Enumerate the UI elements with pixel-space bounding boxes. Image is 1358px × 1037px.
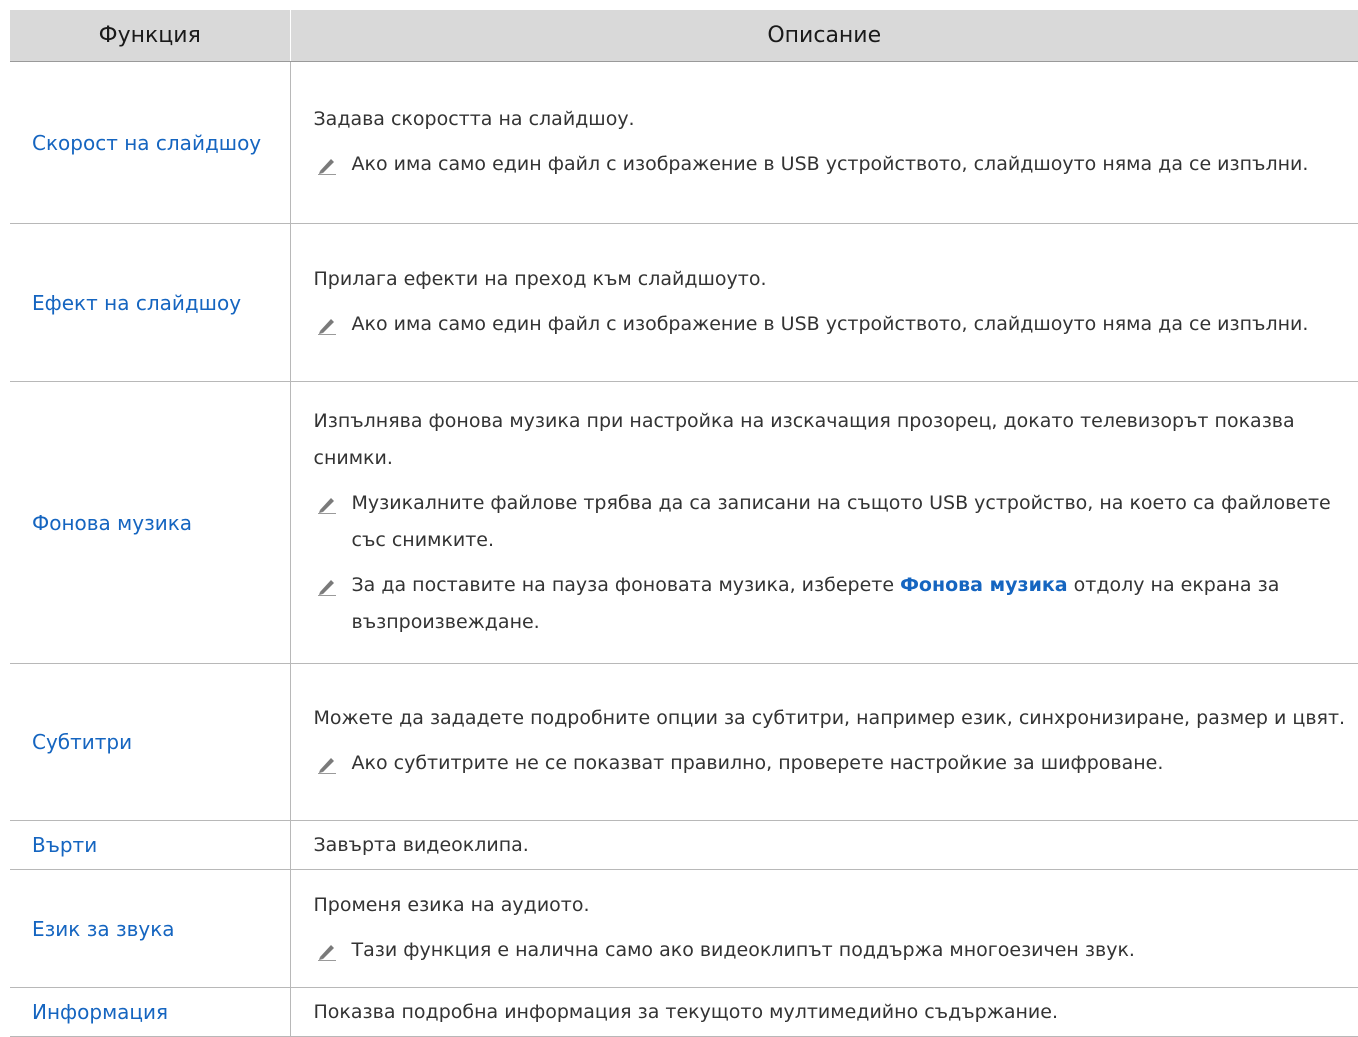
note: Музикалните файлове трябва да са записан… bbox=[314, 485, 1349, 559]
note-text: За да поставите на пауза фоновата музика… bbox=[351, 573, 1280, 633]
function-name[interactable]: Върти bbox=[10, 820, 290, 870]
function-name[interactable]: Ефект на слайдшоу bbox=[10, 223, 290, 382]
pencil-icon bbox=[317, 497, 336, 514]
pencil-icon bbox=[317, 944, 336, 961]
function-description: Можете да зададете подробните опции за с… bbox=[289, 663, 1358, 821]
table-row: Език за звука Променя езика на аудиото. … bbox=[10, 869, 1358, 988]
function-name[interactable]: Фонова музика bbox=[10, 381, 290, 664]
description-text: Прилага ефекти на преход към слайдшоуто. bbox=[313, 267, 767, 290]
note-text: Музикалните файлове трябва да са записан… bbox=[351, 491, 1331, 551]
description-text: Можете да зададете подробните опции за с… bbox=[313, 707, 1346, 729]
note: Тази функция е налична само ако видеокли… bbox=[314, 932, 1349, 969]
note-text: Ако има само един файл с изображение в U… bbox=[351, 152, 1309, 175]
description-text: Показва подробна информация за текущото … bbox=[313, 1000, 1058, 1023]
pencil-icon bbox=[317, 579, 336, 596]
column-header-function: Функция bbox=[10, 10, 290, 62]
table-row: Ефект на слайдшоу Прилага ефекти на прех… bbox=[10, 223, 1358, 382]
note: За да поставите на пауза фоновата музика… bbox=[314, 567, 1349, 641]
table-row: Върти Завърта видеоклипа. bbox=[10, 820, 1358, 870]
function-description: Променя езика на аудиото. Тази функция е… bbox=[289, 869, 1358, 988]
highlight-link[interactable]: Фонова музика bbox=[900, 574, 1068, 596]
note: Ако има само един файл с изображение в U… bbox=[314, 146, 1349, 183]
description-text: Променя езика на аудиото. bbox=[313, 893, 590, 916]
description-text: Завърта видеоклипа. bbox=[313, 833, 529, 856]
description-text: Изпълнява фонова музика при настройка на… bbox=[313, 409, 1295, 469]
column-header-description: Описание bbox=[289, 10, 1358, 62]
description-text: Задава скоростта на слайдшоу. bbox=[313, 107, 635, 130]
function-description: Показва подробна информация за текущото … bbox=[289, 987, 1358, 1037]
function-description: Прилага ефекти на преход към слайдшоуто.… bbox=[289, 223, 1358, 382]
function-description: Изпълнява фонова музика при настройка на… bbox=[289, 381, 1358, 664]
function-name[interactable]: Скорост на слайдшоу bbox=[10, 61, 290, 224]
function-description: Задава скоростта на слайдшоу. Ако има са… bbox=[289, 61, 1358, 224]
note: Ако субтитрите не се показват правилно, … bbox=[314, 745, 1349, 782]
pencil-icon bbox=[317, 158, 336, 175]
function-name[interactable]: Информация bbox=[10, 987, 290, 1037]
pencil-icon bbox=[317, 318, 336, 335]
note-text: Ако субтитрите не се показват правилно, … bbox=[351, 752, 1164, 774]
table-row: Субтитри Можете да зададете подробните о… bbox=[10, 663, 1358, 821]
pencil-icon bbox=[317, 758, 336, 774]
function-table: Функция Описание Скорост на слайдшоу Зад… bbox=[10, 10, 1358, 1037]
table-row: Скорост на слайдшоу Задава скоростта на … bbox=[10, 61, 1358, 224]
table-row: Фонова музика Изпълнява фонова музика пр… bbox=[10, 381, 1358, 664]
table-header-row: Функция Описание bbox=[10, 10, 1358, 62]
function-name[interactable]: Език за звука bbox=[10, 869, 290, 988]
function-description: Завърта видеоклипа. bbox=[289, 820, 1358, 870]
table-row: Информация Показва подробна информация з… bbox=[10, 987, 1358, 1037]
note: Ако има само един файл с изображение в U… bbox=[314, 306, 1349, 343]
function-name[interactable]: Субтитри bbox=[10, 663, 290, 821]
note-text: Тази функция е налична само ако видеокли… bbox=[351, 938, 1135, 961]
note-text: Ако има само един файл с изображение в U… bbox=[351, 312, 1309, 335]
